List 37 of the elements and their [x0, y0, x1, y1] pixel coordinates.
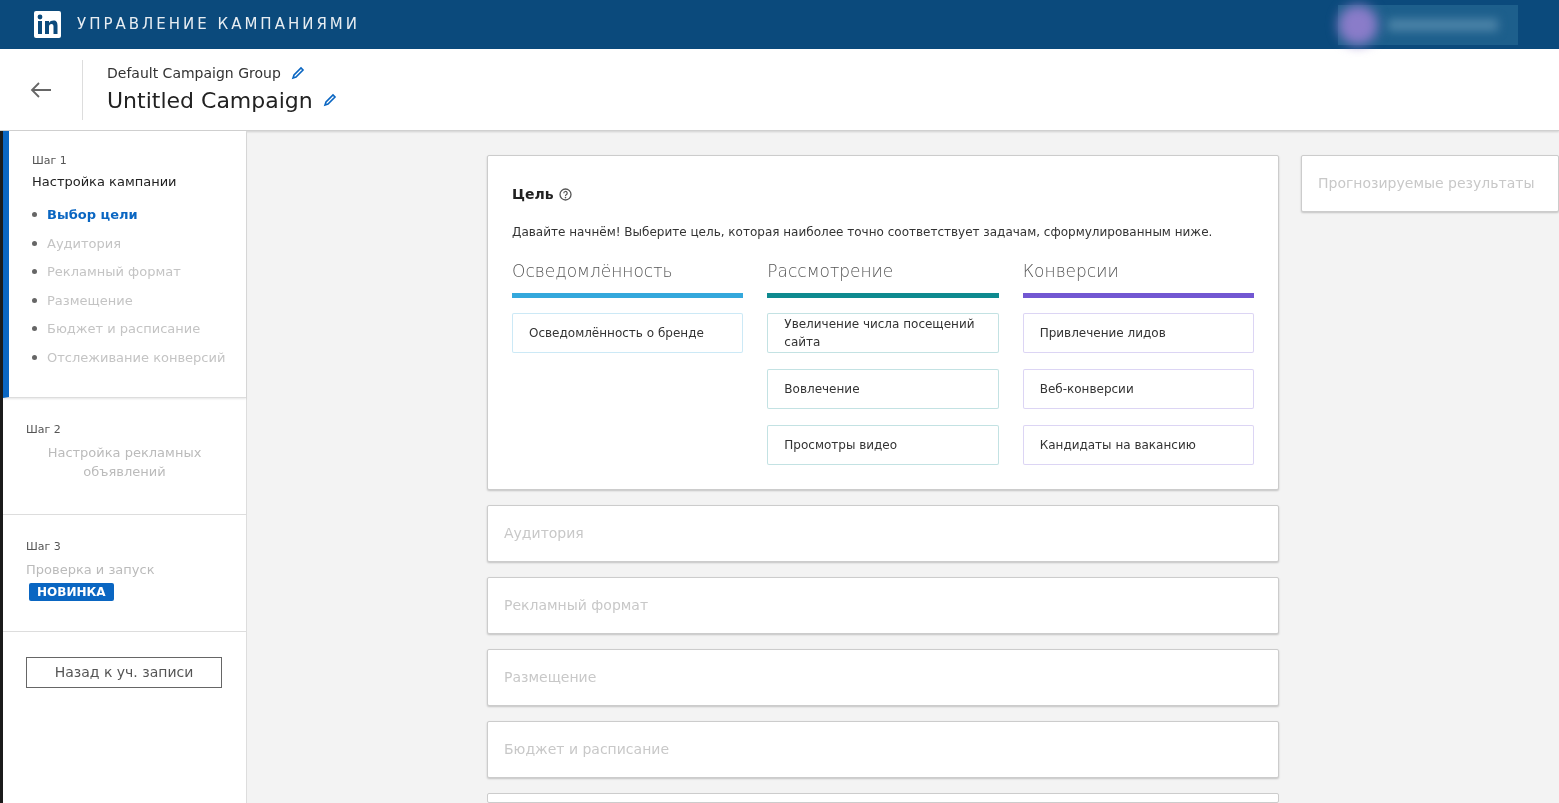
group-title: Конверсии: [1022, 260, 1120, 283]
campaign-group-name: Default Campaign Group: [107, 63, 281, 83]
bullet-icon: [32, 269, 37, 275]
step-number: Шаг 1: [32, 153, 68, 169]
objective-option[interactable]: Кандидаты на вакансию: [1022, 424, 1254, 465]
back-to-account-button[interactable]: Назад к уч. записи: [26, 657, 222, 688]
app-title: УПРАВЛЕНИЕ КАМПАНИЯМИ: [77, 14, 360, 36]
step-title: Настройка кампании: [32, 172, 178, 191]
bullet-icon: [32, 297, 37, 303]
edit-icon[interactable]: [322, 93, 337, 107]
step-title: Проверка и запуск: [26, 560, 156, 579]
step-panel[interactable]: Шаг 1 Настройка кампании Выбор цели Аудитория Рекламный формат Размещение Бюджет и расписание Отслеживание конверсий: [3, 131, 246, 398]
objective-option[interactable]: Увеличение числа посещений сайта: [767, 312, 999, 353]
step-panel[interactable]: Шаг 3 Проверка и запуск НОВИНКА: [3, 515, 246, 632]
edit-icon[interactable]: [290, 66, 305, 80]
group-title: Рассмотрение: [767, 260, 895, 283]
objective-option[interactable]: Веб-конверсии: [1022, 368, 1254, 409]
campaign-name: Untitled Campaign: [107, 86, 313, 115]
step-title: Настройка рекламных объявлений: [46, 443, 203, 481]
step-panel[interactable]: Шаг 2 Настройка рекламных объявлений: [3, 398, 246, 515]
substep-link[interactable]: Выбор цели: [47, 205, 138, 225]
step-number: Шаг 2: [26, 422, 62, 438]
objective-option[interactable]: Осведомлённость о бренде: [512, 312, 744, 353]
bullet-icon: [32, 212, 37, 218]
logo-icon[interactable]: [34, 11, 61, 38]
objective-option[interactable]: Просмотры видео: [767, 424, 999, 465]
objective-intro: Давайте начнём! Выберите цель, которая наиболее точно соответствует задачам, сформулированным ниже.: [512, 224, 1214, 241]
step-number: Шаг 3: [26, 539, 62, 555]
objective-title: Цель: [512, 185, 554, 204]
bullet-icon: [32, 354, 37, 360]
bullet-icon: [32, 240, 37, 246]
objective-option[interactable]: Привлечение лидов: [1022, 312, 1254, 353]
objective-option[interactable]: Вовлечение: [767, 368, 999, 409]
new-badge: НОВИНКА: [29, 583, 114, 601]
group-title: Осведомлённость: [512, 260, 674, 283]
bullet-icon: [32, 326, 37, 332]
help-icon[interactable]: [558, 188, 572, 201]
